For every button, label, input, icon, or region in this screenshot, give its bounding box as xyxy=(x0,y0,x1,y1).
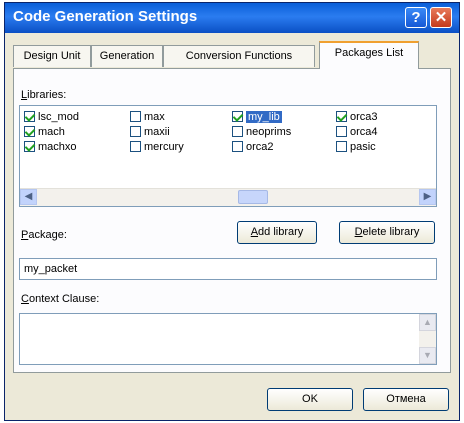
checkbox[interactable] xyxy=(232,111,243,122)
checkbox[interactable] xyxy=(24,126,35,137)
checkbox[interactable] xyxy=(130,111,141,122)
checkbox[interactable] xyxy=(232,126,243,137)
tab-strip: Design Unit Generation Conversion Functi… xyxy=(13,41,451,69)
checkbox[interactable] xyxy=(130,126,141,137)
library-item[interactable]: machxo xyxy=(24,140,77,154)
scroll-left-icon[interactable]: ◀ xyxy=(20,189,37,205)
cancel-button[interactable]: Отмена xyxy=(363,388,449,411)
scroll-right-icon[interactable]: ▶ xyxy=(419,189,436,205)
dialog-window: Code Generation Settings ? ✕ Design Unit… xyxy=(4,2,460,421)
tab-packages-list[interactable]: Packages List xyxy=(319,41,419,69)
delete-library-button[interactable]: Delete library xyxy=(339,221,435,244)
library-item[interactable]: mercury xyxy=(130,140,184,154)
tab-generation[interactable]: Generation xyxy=(91,45,163,67)
libraries-list[interactable]: lsc_mod max my_lib orca3 mach maxii neop… xyxy=(19,105,437,207)
library-item[interactable]: my_lib xyxy=(232,110,282,124)
context-clause-label: Context Clause: xyxy=(21,293,100,305)
library-item[interactable]: neoprims xyxy=(232,125,291,139)
scrollbar-thumb[interactable] xyxy=(238,190,268,204)
library-item[interactable]: orca4 xyxy=(336,125,378,139)
checkbox[interactable] xyxy=(336,141,347,152)
checkbox[interactable] xyxy=(24,111,35,122)
checkbox[interactable] xyxy=(130,141,141,152)
library-item[interactable]: orca3 xyxy=(336,110,378,124)
libraries-label: Libraries: xyxy=(21,89,67,101)
library-item[interactable]: orca2 xyxy=(232,140,274,154)
horizontal-scrollbar[interactable]: ◀ ▶ xyxy=(20,188,436,206)
scroll-down-icon[interactable]: ▼ xyxy=(419,347,436,364)
tab-conversion-functions[interactable]: Conversion Functions xyxy=(163,45,315,67)
checkbox[interactable] xyxy=(232,141,243,152)
scroll-up-icon[interactable]: ▲ xyxy=(419,314,436,331)
checkbox[interactable] xyxy=(336,111,347,122)
close-icon[interactable]: ✕ xyxy=(430,7,452,28)
library-item[interactable]: maxii xyxy=(130,125,170,139)
context-clause-textarea[interactable]: ▲ ▼ xyxy=(19,313,437,365)
tab-design-unit[interactable]: Design Unit xyxy=(13,45,91,67)
library-item[interactable]: lsc_mod xyxy=(24,110,79,124)
window-title: Code Generation Settings xyxy=(13,8,198,25)
vertical-scrollbar[interactable]: ▲ ▼ xyxy=(419,314,436,364)
package-label: Package: xyxy=(21,229,67,241)
add-library-button[interactable]: Add library xyxy=(237,221,317,244)
checkbox[interactable] xyxy=(336,126,347,137)
library-item[interactable]: mach xyxy=(24,125,65,139)
title-bar[interactable]: Code Generation Settings ? ✕ xyxy=(5,3,459,33)
package-input[interactable]: my_packet xyxy=(19,258,437,280)
library-item[interactable]: max xyxy=(130,110,165,124)
ok-button[interactable]: OK xyxy=(267,388,353,411)
help-icon[interactable]: ? xyxy=(405,7,427,28)
library-item[interactable]: pasic xyxy=(336,140,376,154)
checkbox[interactable] xyxy=(24,141,35,152)
